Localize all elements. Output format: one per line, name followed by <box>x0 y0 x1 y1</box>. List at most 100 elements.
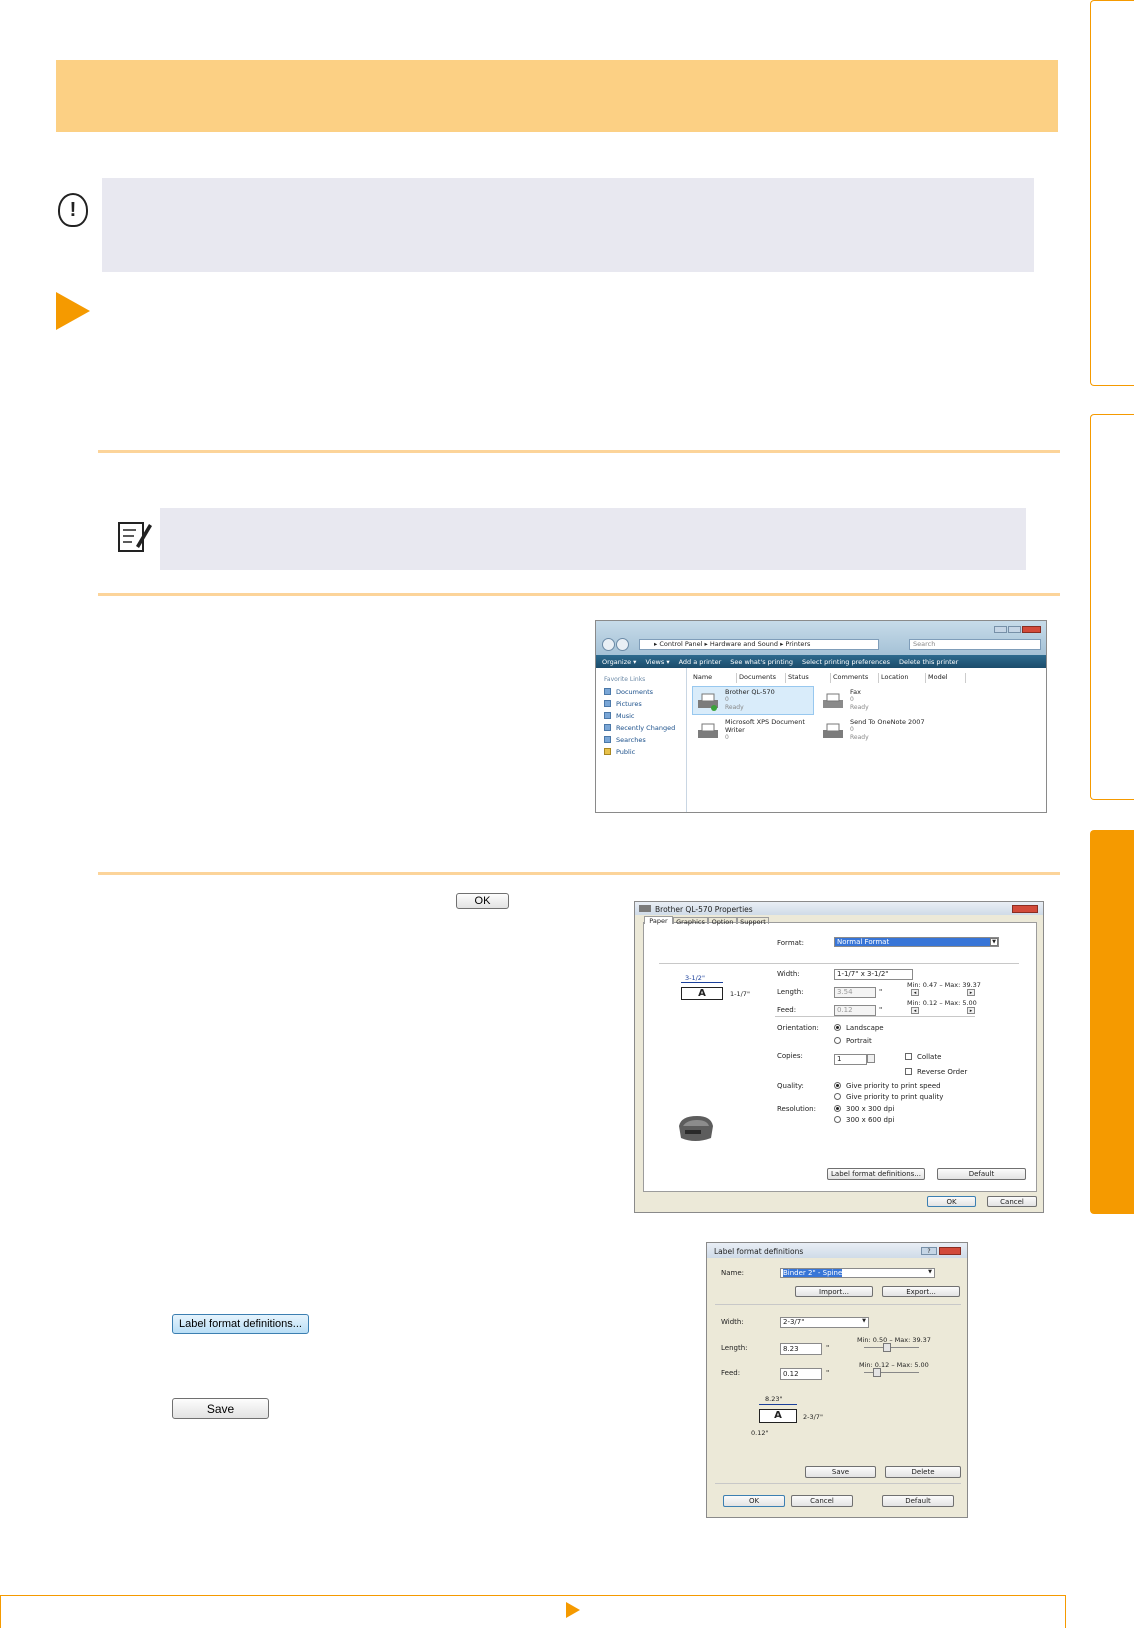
chevron-down-icon[interactable]: ▼ <box>990 938 998 946</box>
toolbar-see-printing[interactable]: See what's printing <box>730 658 793 666</box>
quality-quality-radio[interactable] <box>834 1093 841 1100</box>
cancel-button[interactable]: Cancel <box>987 1196 1037 1207</box>
length-input[interactable]: 8.23 <box>780 1343 822 1355</box>
default-button[interactable]: Default <box>882 1495 954 1507</box>
column-header-comments[interactable]: Comments <box>831 673 879 683</box>
copies-input[interactable]: 1 <box>834 1054 867 1065</box>
ok-button[interactable]: OK <box>927 1196 976 1207</box>
column-header-model[interactable]: Model <box>926 673 966 683</box>
label-format-definitions-button-inline[interactable]: Label format definitions... <box>172 1314 309 1334</box>
column-header-name[interactable]: Name <box>691 673 737 683</box>
maximize-icon[interactable] <box>1008 626 1021 633</box>
width-select[interactable]: 2-3/7" <box>780 1317 869 1328</box>
search-input[interactable]: Search <box>909 639 1041 650</box>
name-label: Name: <box>721 1269 745 1277</box>
reverse-order-label: Reverse Order <box>917 1068 968 1076</box>
chevron-down-icon[interactable]: ▼ <box>860 1318 868 1326</box>
minimize-icon[interactable] <box>994 626 1007 633</box>
import-button[interactable]: Import... <box>795 1286 873 1297</box>
ok-button[interactable]: OK <box>723 1495 785 1507</box>
tab-option[interactable]: Option <box>708 917 737 926</box>
length-slider[interactable] <box>864 1347 919 1348</box>
column-header-status[interactable]: Status <box>786 673 831 683</box>
width-select[interactable]: 1-1/7" x 3-1/2" <box>834 969 913 980</box>
close-icon[interactable] <box>939 1247 961 1255</box>
copies-stepper[interactable] <box>867 1054 875 1063</box>
orientation-landscape-radio[interactable] <box>834 1024 841 1031</box>
reverse-order-checkbox[interactable] <box>905 1068 912 1075</box>
help-icon[interactable]: ? <box>921 1247 937 1255</box>
next-page-arrow-icon[interactable] <box>566 1602 580 1618</box>
sidebar-link-public[interactable]: Public <box>616 748 635 756</box>
feed-label: Feed: <box>721 1369 741 1377</box>
name-combobox[interactable]: Binder 2" - Spine <box>780 1268 935 1278</box>
toolbar-delete-printer[interactable]: Delete this printer <box>899 658 958 666</box>
forward-icon[interactable] <box>616 638 629 651</box>
preview-width: 3-1/2" <box>685 974 705 982</box>
ok-button-inline[interactable]: OK <box>456 893 509 909</box>
divider <box>98 450 1060 453</box>
delete-button[interactable]: Delete <box>885 1466 961 1478</box>
length-label: Length: <box>777 988 804 996</box>
label-format-definitions-button[interactable]: Label format definitions... <box>827 1168 925 1180</box>
printer-icon <box>698 723 718 738</box>
toolbar-views[interactable]: Views ▾ <box>645 658 669 666</box>
separator <box>715 1304 961 1305</box>
tab-paper[interactable]: Paper <box>644 916 673 925</box>
public-icon <box>604 748 611 755</box>
cancel-button[interactable]: Cancel <box>791 1495 853 1507</box>
length-input[interactable]: 3.54 <box>834 987 876 998</box>
feed-increase-arrow[interactable]: ▸ <box>967 1007 975 1014</box>
feed-input[interactable]: 0.12 <box>834 1005 876 1016</box>
close-icon[interactable] <box>1022 626 1041 633</box>
length-decrease-arrow[interactable]: ◂ <box>911 989 919 996</box>
side-tab[interactable] <box>1090 0 1134 386</box>
side-tab[interactable] <box>1090 414 1134 800</box>
sidebar-link-music[interactable]: Music <box>616 712 635 720</box>
back-icon[interactable] <box>602 638 615 651</box>
tab-graphics[interactable]: Graphics <box>673 917 708 926</box>
pictures-icon <box>604 700 611 707</box>
sidebar-link-searches[interactable]: Searches <box>616 736 646 744</box>
export-button[interactable]: Export... <box>882 1286 960 1297</box>
length-increase-arrow[interactable]: ▸ <box>967 989 975 996</box>
orientation-portrait-label: Portrait <box>846 1037 872 1045</box>
resolution-300x300-radio[interactable] <box>834 1105 841 1112</box>
chevron-down-icon[interactable]: ▼ <box>926 1269 934 1277</box>
printer-name: Fax <box>850 688 861 696</box>
collate-label: Collate <box>917 1053 942 1061</box>
step-arrow-icon <box>56 292 90 330</box>
feed-input[interactable]: 0.12 <box>780 1368 822 1380</box>
printer-icon <box>823 723 843 738</box>
orientation-portrait-radio[interactable] <box>834 1037 841 1044</box>
note-icon <box>118 522 152 552</box>
toolbar-printing-preferences[interactable]: Select printing preferences <box>802 658 890 666</box>
music-icon <box>604 712 611 719</box>
feed-decrease-arrow[interactable]: ◂ <box>911 1007 919 1014</box>
feed-range: Min: 0.12 – Max: 5.00 <box>859 1361 929 1369</box>
save-button[interactable]: Save <box>805 1466 876 1478</box>
toolbar-organize[interactable]: Organize ▾ <box>602 658 636 666</box>
column-header-location[interactable]: Location <box>879 673 926 683</box>
length-slider-thumb[interactable] <box>883 1343 891 1352</box>
page-footer <box>0 1595 1066 1628</box>
collate-checkbox[interactable] <box>905 1053 912 1060</box>
sidebar-link-recently-changed[interactable]: Recently Changed <box>616 724 675 732</box>
column-header-documents[interactable]: Documents <box>737 673 786 683</box>
sidebar-link-documents[interactable]: Documents <box>616 688 653 696</box>
name-value: Binder 2" - Spine <box>783 1269 843 1277</box>
address-bar[interactable]: ▸ Control Panel ▸ Hardware and Sound ▸ P… <box>639 639 879 650</box>
close-icon[interactable] <box>1012 905 1038 913</box>
save-button-inline[interactable]: Save <box>172 1398 269 1419</box>
default-button[interactable]: Default <box>937 1168 1026 1180</box>
printer-docs: 0 <box>850 726 854 733</box>
resolution-300x600-radio[interactable] <box>834 1116 841 1123</box>
tab-support[interactable]: Support <box>737 917 769 926</box>
format-select[interactable]: Normal Format <box>834 937 999 947</box>
side-tab-active[interactable] <box>1090 830 1134 1214</box>
quality-speed-radio[interactable] <box>834 1082 841 1089</box>
feed-slider-thumb[interactable] <box>873 1368 881 1377</box>
sidebar-link-pictures[interactable]: Pictures <box>616 700 642 708</box>
toolbar-add-printer[interactable]: Add a printer <box>679 658 722 666</box>
fax-icon <box>823 693 843 708</box>
